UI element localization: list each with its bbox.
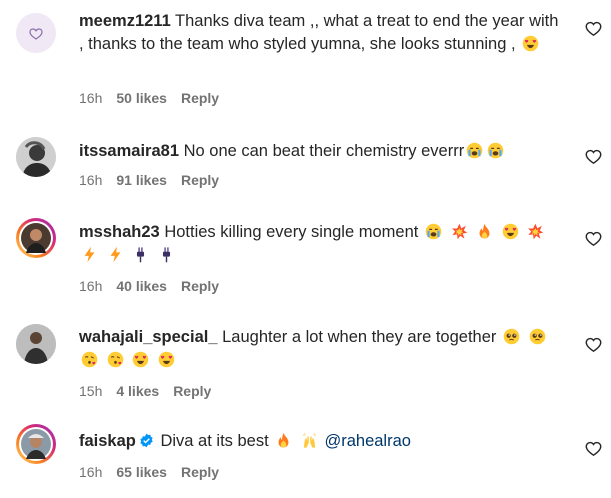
comment-body: msshah23 Hotties killing every single mo… (79, 221, 559, 266)
plug-emoji (132, 246, 149, 263)
comment-body: itssamaira81 No one can beat their chemi… (79, 140, 559, 163)
comment-text: Diva at its best (160, 432, 269, 450)
reply-button[interactable]: Reply (181, 278, 219, 294)
comment-time[interactable]: 16h (79, 278, 102, 294)
verified-badge-icon (139, 432, 154, 448)
comment-time[interactable]: 16h (79, 90, 102, 106)
avatar[interactable] (16, 137, 56, 177)
kissing-heart-emoji (81, 351, 98, 368)
fire-emoji (476, 223, 493, 240)
comment-username[interactable]: wahajali_special_ (79, 328, 218, 346)
profile-photo-icon (16, 137, 56, 177)
comment-likes[interactable]: 4 likes (116, 383, 159, 399)
lightning-emoji (81, 246, 98, 263)
comment-body: meemz1211 Thanks diva team ,, what a tre… (79, 10, 559, 55)
comment-body: wahajali_special_ Laughter a lot when th… (79, 326, 559, 371)
heart-outline-icon[interactable] (585, 20, 602, 37)
raised-hands-emoji (301, 432, 318, 449)
collision-emoji (451, 223, 468, 240)
pleading-emoji (503, 328, 520, 345)
heart-eyes-emoji (502, 223, 519, 240)
comment-meta: 16h 91 likes Reply (79, 172, 219, 188)
comment-username[interactable]: faiskap (79, 432, 136, 450)
comment-meta: 16h 65 likes Reply (79, 464, 219, 480)
comment-text: No one can beat their chemistry everrr (183, 142, 465, 160)
profile-photo-icon (19, 427, 53, 461)
comment-username[interactable]: itssamaira81 (79, 142, 179, 160)
pleading-emoji (529, 328, 546, 345)
reply-button[interactable]: Reply (173, 383, 211, 399)
reply-button[interactable]: Reply (181, 172, 219, 188)
comment-meta: 15h 4 likes Reply (79, 383, 211, 399)
comment-meta: 16h 50 likes Reply (79, 90, 219, 106)
kissing-heart-emoji (107, 351, 124, 368)
comment-time[interactable]: 16h (79, 464, 102, 480)
fire-emoji (275, 432, 292, 449)
user-mention-link[interactable]: @rahealrao (324, 432, 410, 450)
heart-avatar-icon (16, 13, 56, 53)
heart-outline-icon[interactable] (585, 336, 602, 353)
profile-photo-icon (19, 221, 53, 255)
comment-time[interactable]: 16h (79, 172, 102, 188)
crying-emoji (425, 223, 442, 240)
comment-body: faiskap Diva at its best @rahealrao (79, 430, 559, 453)
avatar[interactable] (16, 13, 56, 53)
comment-likes[interactable]: 91 likes (116, 172, 167, 188)
plug-emoji (158, 246, 175, 263)
profile-photo-icon (16, 324, 56, 364)
reply-button[interactable]: Reply (181, 90, 219, 106)
comment-username[interactable]: msshah23 (79, 223, 160, 241)
avatar[interactable] (16, 424, 56, 464)
heart-eyes-emoji (158, 351, 175, 368)
crying-emoji (466, 142, 483, 159)
lightning-emoji (107, 246, 124, 263)
comment-time[interactable]: 15h (79, 383, 102, 399)
comment-text: Hotties killing every single moment (164, 223, 419, 241)
comment-meta: 16h 40 likes Reply (79, 278, 219, 294)
comment-username[interactable]: meemz1211 (79, 12, 171, 30)
comment-likes[interactable]: 50 likes (116, 90, 167, 106)
collision-emoji (527, 223, 544, 240)
heart-outline-icon[interactable] (585, 148, 602, 165)
heart-eyes-emoji (522, 35, 539, 52)
reply-button[interactable]: Reply (181, 464, 219, 480)
comment-likes[interactable]: 65 likes (116, 464, 167, 480)
comment-text: Laughter a lot when they are together (222, 328, 497, 346)
avatar[interactable] (16, 218, 56, 258)
heart-outline-icon[interactable] (585, 230, 602, 247)
crying-emoji (487, 142, 504, 159)
heart-outline-icon[interactable] (585, 440, 602, 457)
comment-likes[interactable]: 40 likes (116, 278, 167, 294)
avatar[interactable] (16, 324, 56, 364)
heart-eyes-emoji (132, 351, 149, 368)
